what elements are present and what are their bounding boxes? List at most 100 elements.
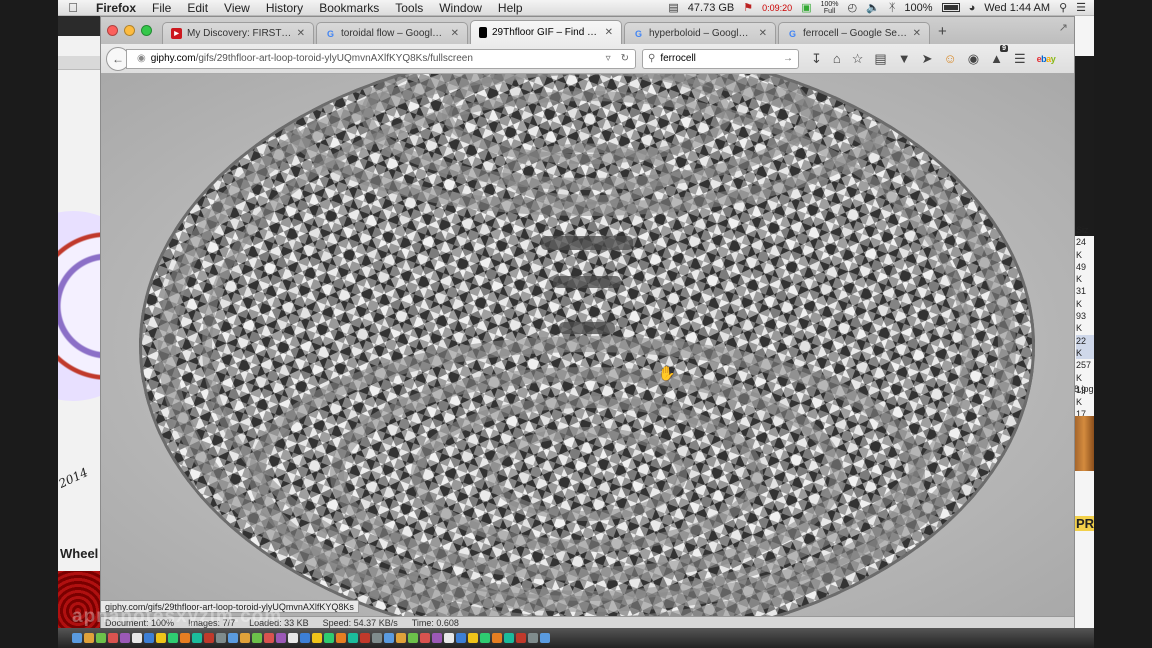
bookmark-star-icon[interactable]: ☆ <box>852 51 864 67</box>
dock-app-icon[interactable] <box>396 633 406 643</box>
volume-icon[interactable]: 🔈 <box>866 1 880 14</box>
dock-app-icon[interactable] <box>96 633 106 643</box>
wifi-icon[interactable]: ◕ <box>969 2 976 14</box>
dock-app-icon[interactable] <box>180 633 190 643</box>
menu-history[interactable]: History <box>258 1 311 15</box>
dock-app-icon[interactable] <box>216 633 226 643</box>
toroid-gif-image[interactable] <box>101 74 1074 616</box>
tab-hyperboloid[interactable]: G hyperboloid – Google Sear... ✕ <box>624 22 776 44</box>
menu-app-name[interactable]: Firefox <box>88 1 144 15</box>
share-icon[interactable]: ➤ <box>922 51 933 67</box>
zoom-window-button[interactable] <box>141 25 152 36</box>
ebay-icon[interactable]: ebay <box>1037 54 1056 64</box>
fullscreen-icon[interactable]: ↗ <box>1059 21 1068 34</box>
dock-app-icon[interactable] <box>252 633 262 643</box>
url-history-dropdown-icon[interactable]: ▿ <box>606 53 611 64</box>
time-machine-icon[interactable]: ◴ <box>848 1 858 14</box>
dock-app-icon[interactable] <box>264 633 274 643</box>
menubar-clock[interactable]: Wed 1:44 AM <box>984 2 1050 14</box>
dock-app-icon[interactable] <box>348 633 358 643</box>
battery-icon[interactable] <box>941 3 960 12</box>
dock-app-icon[interactable] <box>516 633 526 643</box>
dock-app-icon[interactable] <box>360 633 370 643</box>
dock-app-icon[interactable] <box>528 633 538 643</box>
menu-help[interactable]: Help <box>490 1 531 15</box>
dock-app-icon[interactable] <box>540 633 550 643</box>
dock-app-icon[interactable] <box>132 633 142 643</box>
search-engine-icon[interactable]: ⚲ <box>648 53 655 64</box>
flag-icon[interactable]: ⚑ <box>743 1 753 14</box>
youtube-icon: ▶ <box>171 28 182 39</box>
close-tab-icon[interactable]: ✕ <box>759 28 767 39</box>
dock-app-icon[interactable] <box>144 633 154 643</box>
tab-ferrocell[interactable]: G ferrocell – Google Search ✕ <box>778 22 930 44</box>
dock-app-icon[interactable] <box>72 633 82 643</box>
downloads-icon[interactable]: ↧ <box>811 51 822 67</box>
site-identity-icon[interactable]: ◉ <box>137 53 146 64</box>
close-tab-icon[interactable]: ✕ <box>605 27 613 38</box>
menu-tools[interactable]: Tools <box>387 1 431 15</box>
addon-icon[interactable]: ☺ <box>944 51 957 66</box>
hamburger-menu-icon[interactable]: ☰ <box>1014 51 1026 67</box>
spotlight-icon[interactable]: ⚲ <box>1059 1 1067 14</box>
apple-menu-icon[interactable]:  <box>58 0 88 15</box>
dock-app-icon[interactable] <box>420 633 430 643</box>
dock-app-icon[interactable] <box>384 633 394 643</box>
menu-view[interactable]: View <box>216 1 258 15</box>
dock-app-icon[interactable] <box>108 633 118 643</box>
dock-app-icon[interactable] <box>240 633 250 643</box>
dock-app-icon[interactable] <box>336 633 346 643</box>
dock-app-icon[interactable] <box>324 633 334 643</box>
watermark-text: apnanotesxyzlm.com <box>72 606 283 627</box>
home-icon[interactable]: ⌂ <box>833 51 841 66</box>
bluetooth-icon[interactable]: ᛡ <box>889 2 896 14</box>
minimize-window-button[interactable] <box>124 25 135 36</box>
bookmarks-list-icon[interactable]: ▤ <box>874 51 886 67</box>
dock-app-icon[interactable] <box>192 633 202 643</box>
search-go-icon[interactable]: → <box>783 53 793 64</box>
close-tab-icon[interactable]: ✕ <box>451 28 459 39</box>
tab-29thfloor-gif[interactable]: 29Thfloor GIF – Find & Sh... ✕ <box>470 20 622 44</box>
search-bar[interactable]: ⚲ → <box>642 48 799 69</box>
dock-app-icon[interactable] <box>312 633 322 643</box>
dock-app-icon[interactable] <box>504 633 514 643</box>
dock-app-icon[interactable] <box>432 633 442 643</box>
menu-file[interactable]: File <box>144 1 179 15</box>
evernote-icon[interactable]: ▣ <box>801 1 811 14</box>
close-tab-icon[interactable]: ✕ <box>297 28 305 39</box>
dock-app-icon[interactable] <box>156 633 166 643</box>
close-window-button[interactable] <box>107 25 118 36</box>
tab-my-discovery[interactable]: ▶ My Discovery: FIRST TIME ... ✕ <box>162 22 314 44</box>
tab-toroidal-flow[interactable]: G toroidal flow – Google Sea... ✕ <box>316 22 468 44</box>
dock-app-icon[interactable] <box>444 633 454 643</box>
menu-bookmarks[interactable]: Bookmarks <box>311 1 387 15</box>
notification-center-icon[interactable]: ☰ <box>1076 1 1086 14</box>
dock-app-icon[interactable] <box>372 633 382 643</box>
dock-app-icon[interactable] <box>228 633 238 643</box>
dock-app-icon[interactable] <box>120 633 130 643</box>
dock-app-icon[interactable] <box>288 633 298 643</box>
dock-app-icon[interactable] <box>276 633 286 643</box>
new-tab-button[interactable]: + <box>932 23 955 44</box>
menu-edit[interactable]: Edit <box>179 1 216 15</box>
dock-app-icon[interactable] <box>456 633 466 643</box>
pocket-icon[interactable]: ▼ <box>898 51 911 66</box>
dock-app-icon[interactable] <box>204 633 214 643</box>
dock-app-icon[interactable] <box>84 633 94 643</box>
dock-app-icon[interactable] <box>300 633 310 643</box>
toolbar-icons: ↧ ⌂ ☆ ▤ ▼ ➤ ☺ ◉ ▲ 9 ☰ ebay <box>811 45 1056 67</box>
dock-app-icon[interactable] <box>168 633 178 643</box>
dock-app-icon[interactable] <box>480 633 490 643</box>
tab-title: hyperboloid – Google Sear... <box>649 28 754 39</box>
chat-icon[interactable]: ◉ <box>968 51 979 67</box>
dock-app-icon[interactable] <box>492 633 502 643</box>
url-bar[interactable]: ◉ giphy.com /gifs/29thfloor-art-loop-tor… <box>126 48 636 69</box>
menu-window[interactable]: Window <box>431 1 490 15</box>
addon-badge-icon[interactable]: ▲ 9 <box>990 45 1008 66</box>
search-input[interactable] <box>660 53 778 64</box>
wood-thumbnail <box>1074 416 1094 471</box>
close-tab-icon[interactable]: ✕ <box>913 28 921 39</box>
dock-app-icon[interactable] <box>408 633 418 643</box>
reload-icon[interactable]: ↻ <box>621 53 629 64</box>
dock-app-icon[interactable] <box>468 633 478 643</box>
